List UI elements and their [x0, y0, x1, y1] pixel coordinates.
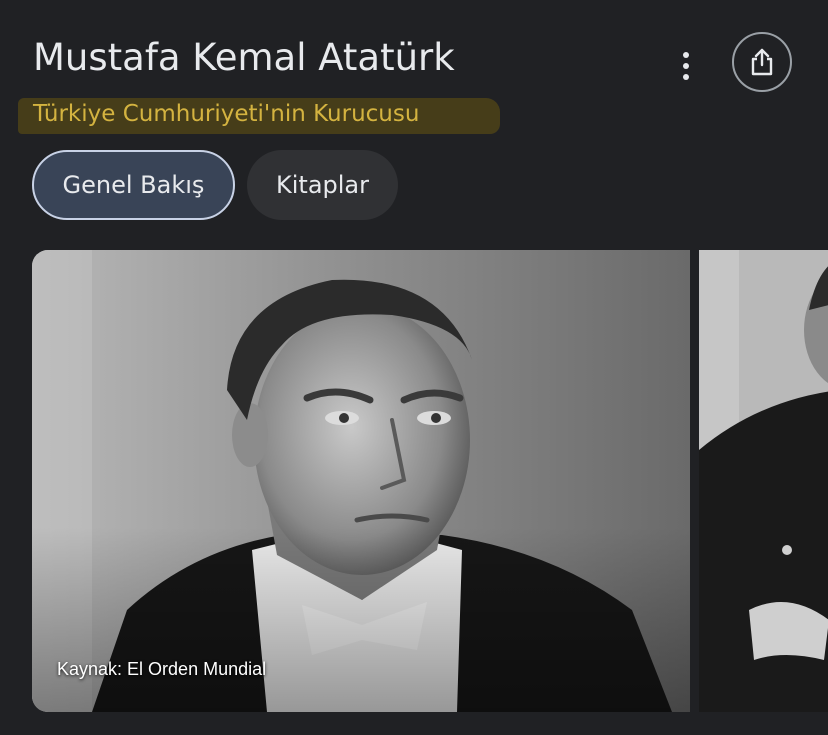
more-vert-icon-dot: [683, 74, 689, 80]
image-card-secondary[interactable]: [699, 250, 828, 712]
page-title: Mustafa Kemal Atatürk: [33, 36, 455, 79]
image-source-caption: Kaynak: El Orden Mundial: [57, 659, 267, 679]
more-options-button[interactable]: [666, 46, 706, 86]
subtitle-container: Türkiye Cumhuriyeti'nin Kurucusu: [18, 96, 500, 136]
portrait-image: [32, 250, 690, 712]
image-card-main[interactable]: [32, 250, 690, 712]
tab-label: Kitaplar: [276, 171, 369, 199]
more-vert-icon-dot: [683, 63, 689, 69]
share-button[interactable]: [732, 32, 792, 92]
portrait-image: [699, 250, 828, 712]
more-vert-icon: [683, 52, 689, 58]
entity-subtitle[interactable]: Türkiye Cumhuriyeti'nin Kurucusu: [33, 101, 419, 127]
share-icon: [751, 48, 773, 76]
tab-genel-bakis[interactable]: Genel Bakış: [32, 150, 235, 220]
tab-label: Genel Bakış: [62, 171, 205, 199]
tab-kitaplar[interactable]: Kitaplar: [247, 150, 398, 220]
knowledge-panel: Mustafa Kemal Atatürk Türkiye Cumhuriyet…: [0, 0, 828, 735]
